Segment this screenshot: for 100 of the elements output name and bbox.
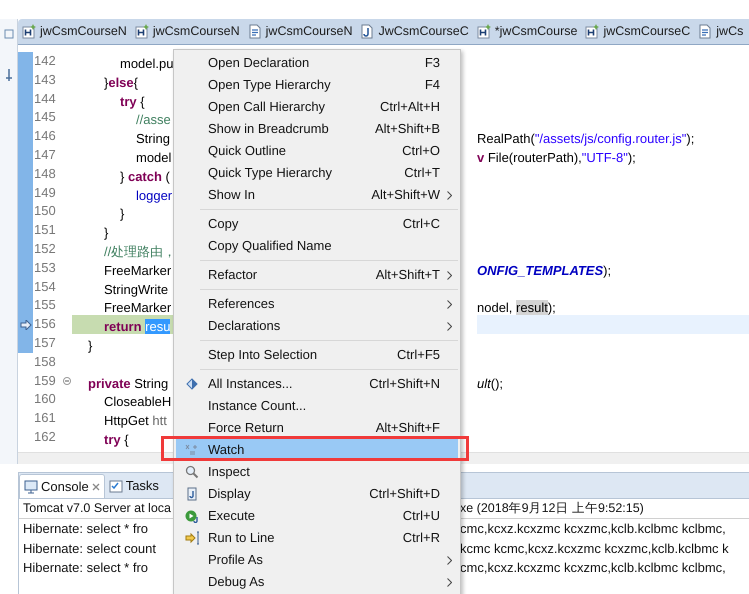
run-icon bbox=[185, 509, 199, 523]
document-icon bbox=[185, 487, 199, 501]
menu-item[interactable]: Profile As bbox=[176, 549, 458, 571]
menu-item[interactable]: Show in Breadcrumb Alt+Shift+B bbox=[176, 118, 458, 140]
code-text: } catch ( bbox=[119, 168, 170, 184]
text-file-icon bbox=[698, 24, 712, 39]
diamond-icon bbox=[185, 377, 199, 391]
menu-item[interactable]: Open Type Hierarchy F4 bbox=[176, 74, 458, 96]
html-file-icon bbox=[476, 24, 491, 39]
console-text: Tomcat v7.0 Server at loca bbox=[23, 501, 171, 516]
editor-tab[interactable]: *jwCsmCourse bbox=[472, 19, 582, 44]
line-number: 152 bbox=[33, 240, 57, 258]
code-text: try { bbox=[103, 432, 129, 447]
line-number: 151 bbox=[33, 221, 57, 240]
menu-item[interactable]: Inspect bbox=[176, 461, 458, 483]
expression-icon bbox=[185, 443, 199, 457]
console-text: cmc,kcxz.kcxzmc kcxzmc,kclb.kclbmc kclbmc, bbox=[460, 560, 726, 575]
fold-icon[interactable] bbox=[63, 376, 71, 385]
text-file-icon bbox=[248, 24, 262, 39]
line-number: 142 bbox=[33, 52, 57, 70]
code-text: ONFIG_TEMPLATES); bbox=[477, 262, 612, 278]
monitor-icon bbox=[24, 480, 38, 494]
menu-item[interactable]: References bbox=[176, 293, 458, 315]
pin-icon[interactable] bbox=[4, 69, 14, 81]
line-number: 148 bbox=[33, 164, 57, 183]
console-text: Hibernate: select * fro bbox=[23, 521, 148, 536]
line-number: 147 bbox=[33, 146, 57, 164]
view-icon[interactable] bbox=[4, 29, 14, 39]
editor-tab[interactable]: jwCsmCourseN bbox=[130, 19, 244, 44]
checklist-icon bbox=[108, 479, 123, 493]
menu-item[interactable]: Refactor Alt+Shift+T bbox=[176, 264, 458, 286]
menu-item[interactable]: Quick Type Hierarchy Ctrl+T bbox=[176, 162, 458, 184]
code-text: FreeMarker bbox=[103, 262, 172, 278]
java-file-icon bbox=[360, 24, 374, 39]
line-number: 153 bbox=[33, 258, 57, 277]
menu-item[interactable]: Display Ctrl+Shift+D bbox=[176, 483, 458, 505]
code-text: }else{ bbox=[103, 74, 138, 90]
menu-item[interactable]: Execute Ctrl+U bbox=[176, 505, 458, 527]
editor-tab[interactable]: JwCsmCourseC bbox=[356, 19, 473, 44]
line-number: 156 bbox=[33, 315, 57, 334]
menu-item[interactable]: Copy Qualified Name bbox=[176, 235, 458, 257]
code-text: CloseableH bbox=[103, 394, 172, 410]
html-file-icon bbox=[585, 24, 600, 39]
console-text: Hibernate: select count bbox=[23, 540, 156, 556]
line-number: 150 bbox=[33, 202, 57, 220]
editor-tab[interactable]: jwCsmCourseN bbox=[244, 19, 356, 44]
code-text: return resu bbox=[103, 319, 170, 334]
code-text: model bbox=[135, 150, 172, 165]
html-file-icon bbox=[134, 24, 149, 39]
line-number: 143 bbox=[33, 70, 57, 89]
menu-item[interactable]: Show In Alt+Shift+W bbox=[176, 184, 458, 206]
panel-tab[interactable]: Console bbox=[19, 474, 105, 498]
line-number: 155 bbox=[33, 296, 57, 314]
line-number: 158 bbox=[33, 352, 57, 371]
code-text: //asse bbox=[135, 112, 171, 128]
menu-item[interactable]: Declarations bbox=[176, 315, 458, 337]
code-text: } bbox=[103, 225, 108, 240]
code-text: StringWrite bbox=[103, 282, 168, 297]
editor-tab[interactable]: jwCsmCourseC bbox=[581, 19, 694, 44]
html-file-icon bbox=[22, 24, 36, 39]
line-number: 149 bbox=[33, 184, 57, 202]
code-text: FreeMarker bbox=[103, 300, 172, 316]
console-text: cmc,kcxz.kcxzmc kcxzmc,kclb.kclbmc kclbmc, bbox=[460, 521, 726, 536]
menu-item[interactable]: Run to Line Ctrl+R bbox=[176, 527, 458, 549]
magnifier-icon bbox=[185, 465, 199, 479]
menu-item[interactable]: Force Return Alt+Shift+F bbox=[176, 417, 458, 439]
menu-item[interactable]: Debug As bbox=[176, 571, 458, 593]
code-text: model.pu bbox=[119, 56, 174, 71]
line-number: 154 bbox=[33, 278, 57, 296]
menu-item[interactable]: Open Call Hierarchy Ctrl+Alt+H bbox=[176, 96, 458, 118]
line-number: 160 bbox=[33, 390, 57, 408]
code-text: logger bbox=[135, 188, 172, 203]
menu-item[interactable]: Step Into Selection Ctrl+F5 bbox=[176, 344, 458, 366]
code-text: private String bbox=[87, 376, 168, 391]
line-number: 159 bbox=[33, 372, 57, 390]
code-text: ult(); bbox=[477, 376, 504, 391]
code-text: //处理路由， bbox=[103, 244, 176, 259]
code-text: nodel, result); bbox=[477, 300, 556, 316]
arrow-to-line-icon bbox=[185, 531, 199, 545]
line-number: 146 bbox=[33, 127, 57, 146]
close-icon[interactable] bbox=[92, 482, 100, 490]
line-number: 161 bbox=[33, 409, 57, 428]
menu-item[interactable]: Copy Ctrl+C bbox=[176, 213, 458, 235]
code-text: String bbox=[135, 131, 170, 146]
menu-item[interactable]: Instance Count... bbox=[176, 395, 458, 417]
code-text: RealPath("/assets/js/config.router.js"); bbox=[477, 131, 694, 146]
menu-item[interactable]: Open Declaration F3 bbox=[176, 52, 458, 74]
code-text: HttpGet htt bbox=[103, 413, 167, 428]
menu-item[interactable]: Quick Outline Ctrl+O bbox=[176, 140, 458, 162]
line-number: 144 bbox=[33, 90, 57, 108]
code-text: v File(routerPath),"UTF-8"); bbox=[477, 150, 636, 165]
editor-tab[interactable]: jwCsmCourseN bbox=[18, 19, 131, 44]
menu-item[interactable]: All Instances... Ctrl+Shift+N bbox=[176, 373, 458, 395]
console-text: xe (2018年9月12日 上午9:52:15) bbox=[460, 501, 644, 516]
console-text: kcmc kcmc,kcxz.kcxzmc kcxzmc,kclb.kclbmc k bbox=[460, 540, 729, 556]
editor-tab[interactable]: jwCs bbox=[694, 19, 748, 44]
panel-tab[interactable]: Tasks bbox=[104, 474, 163, 498]
console-text: Hibernate: select * fro bbox=[23, 560, 148, 575]
code-text: try { bbox=[119, 94, 145, 109]
line-number: 157 bbox=[33, 334, 57, 352]
